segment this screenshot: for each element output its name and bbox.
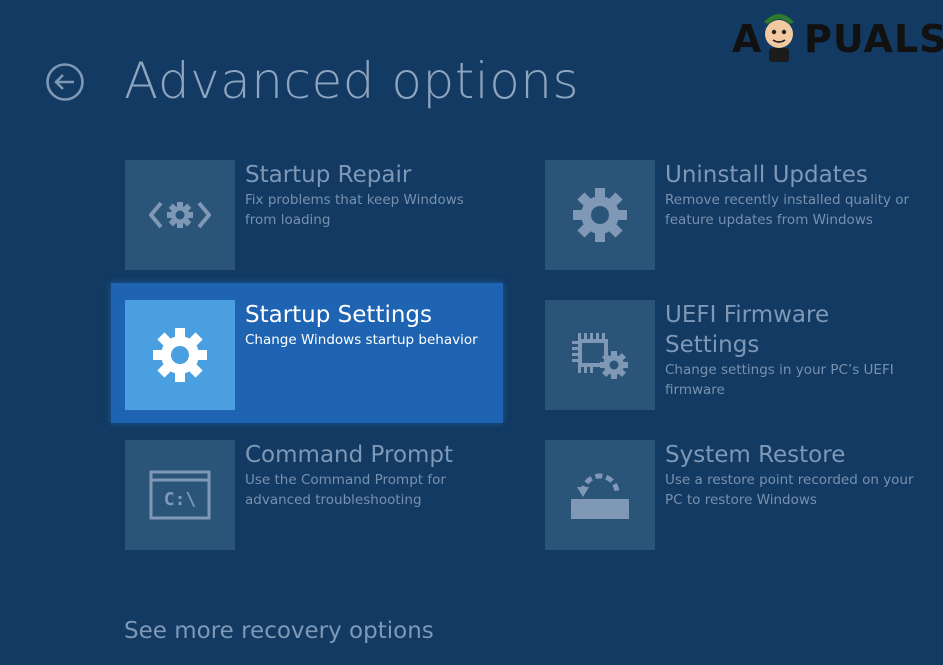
mascot-logo-icon — [764, 14, 794, 62]
option-description: Use the Command Prompt for advanced trou… — [245, 472, 446, 508]
prompt-text: C:\ — [164, 489, 197, 510]
option-uefi-firmware-settings[interactable]: UEFI Firmware Settings Change settings i… — [545, 300, 905, 412]
startup-repair-icon — [149, 201, 211, 229]
command-prompt-icon: C:\ — [149, 470, 211, 520]
option-uninstall-updates[interactable]: Uninstall Updates Remove recently instal… — [545, 160, 909, 272]
option-system-restore[interactable]: System Restore Use a restore point recor… — [545, 440, 914, 552]
option-title-line2: Settings — [665, 332, 760, 358]
option-description: Fix problems that keep Windows from load… — [245, 192, 464, 228]
gear-icon — [573, 188, 627, 242]
back-arrow-icon — [46, 63, 84, 101]
option-tile — [545, 160, 655, 270]
option-startup-repair[interactable]: Startup Repair Fix problems that keep Wi… — [125, 160, 485, 272]
watermark-right-text: PUALS — [804, 17, 943, 61]
option-title: UEFI Firmware Settings — [665, 300, 829, 360]
option-title: System Restore — [665, 442, 846, 468]
option-description: Change Windows startup behavior — [245, 332, 478, 348]
appuals-watermark: A PUALS — [732, 14, 943, 64]
option-title: Uninstall Updates — [665, 162, 868, 188]
option-tile — [545, 300, 655, 410]
option-description: Use a restore point recorded on your PC … — [665, 472, 914, 508]
see-more-recovery-options-link[interactable]: See more recovery options — [124, 616, 434, 646]
option-description: Remove recently installed quality or fea… — [665, 192, 910, 228]
back-button[interactable] — [45, 62, 85, 102]
system-restore-icon — [571, 473, 629, 519]
option-tile — [125, 300, 235, 410]
option-description: Change settings in your PC’s UEFI firmwa… — [665, 362, 894, 398]
page-title: Advanced options — [124, 52, 580, 110]
option-tile — [545, 440, 655, 550]
firmware-chip-icon — [572, 333, 628, 379]
option-tile: C:\ — [125, 440, 235, 550]
option-tile — [125, 160, 235, 270]
option-title: Startup Settings — [245, 302, 433, 328]
option-title: Startup Repair — [245, 162, 412, 188]
option-startup-settings[interactable]: Startup Settings Change Windows startup … — [125, 300, 485, 412]
gear-icon — [153, 328, 207, 382]
option-title-line1: UEFI Firmware — [665, 302, 830, 328]
option-command-prompt[interactable]: C:\ Command Prompt Use the Command Promp… — [125, 440, 485, 552]
option-title: Command Prompt — [245, 442, 454, 468]
